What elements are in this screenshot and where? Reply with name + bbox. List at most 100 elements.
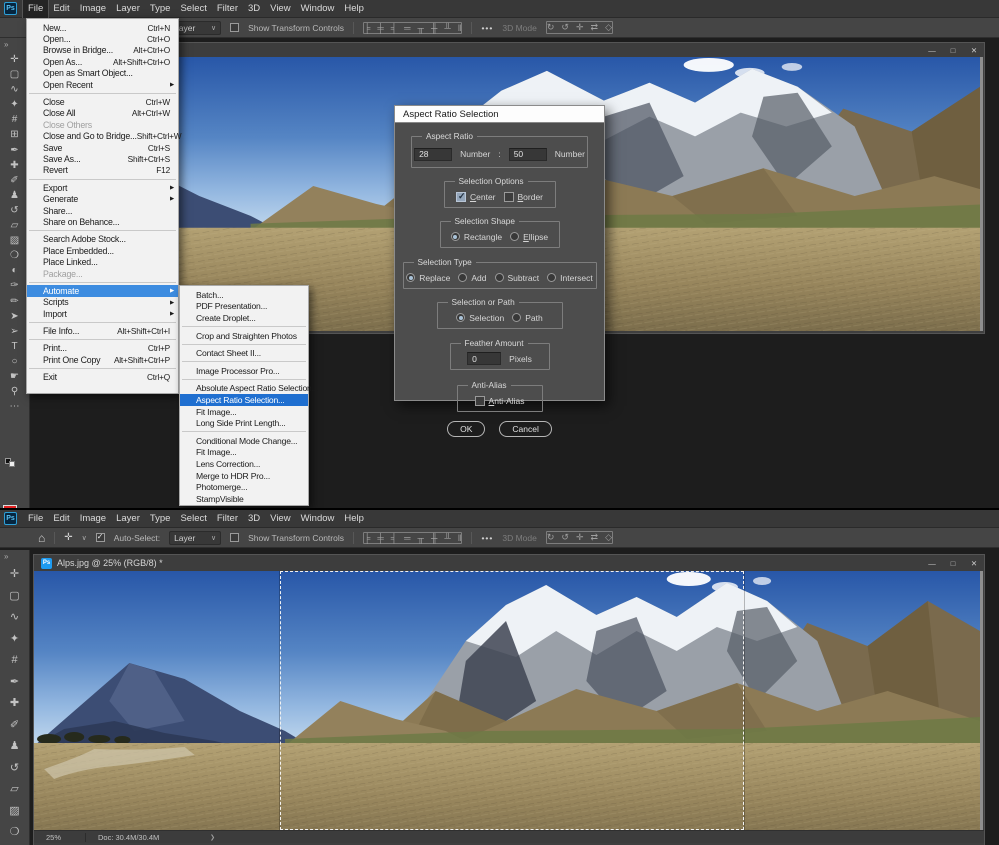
selection-option[interactable]: Selection bbox=[456, 313, 504, 323]
replace-radio[interactable] bbox=[406, 273, 416, 282]
automate-menu-item-fit-image[interactable]: Fit Image... bbox=[180, 447, 308, 459]
menubar-item-view[interactable]: View bbox=[265, 510, 295, 528]
automate-menu-item-create-droplet[interactable]: Create Droplet... bbox=[180, 312, 308, 324]
automate-menu-item-long-side-print-length[interactable]: Long Side Print Length... bbox=[180, 417, 308, 429]
align-bottom-edges-icon[interactable]: ╨ bbox=[444, 23, 450, 33]
menubar-item-3d[interactable]: 3D bbox=[243, 510, 265, 528]
automate-menu-item-fit-image[interactable]: Fit Image... bbox=[180, 406, 308, 418]
align-vertical-centers-icon[interactable]: ╫ bbox=[431, 23, 437, 33]
ellipse-radio[interactable] bbox=[510, 232, 520, 241]
menubar-item-file[interactable]: File bbox=[21, 0, 50, 19]
show-transform-controls-checkbox[interactable] bbox=[230, 23, 240, 32]
add-radio[interactable] bbox=[458, 273, 468, 282]
menubar-item-file[interactable]: File bbox=[23, 510, 48, 528]
type-tool-icon[interactable]: T bbox=[0, 339, 29, 354]
selection-radio[interactable] bbox=[456, 313, 466, 322]
more-options-icon[interactable]: ••• bbox=[481, 23, 493, 33]
crop-tool-icon[interactable]: # bbox=[0, 112, 29, 127]
eraser-tool-icon[interactable]: ▱ bbox=[0, 218, 29, 233]
feather-amount-input[interactable]: 0 bbox=[467, 352, 502, 365]
healing-brush-tool-icon[interactable]: ✚ bbox=[0, 693, 29, 715]
anti-alias-checkbox[interactable] bbox=[474, 395, 485, 406]
move-tool-icon[interactable]: ✛ bbox=[0, 52, 29, 67]
aspect-ratio-value-2-input[interactable]: 50 bbox=[508, 147, 547, 161]
menubar-item-type[interactable]: Type bbox=[145, 0, 176, 18]
minimize-button[interactable]: — bbox=[926, 559, 938, 568]
3d-zoom-icon[interactable]: ◇ bbox=[605, 532, 612, 543]
auto-select-checkbox[interactable] bbox=[95, 532, 105, 542]
quick-selection-tool-icon[interactable]: ✦ bbox=[0, 97, 29, 112]
rectangle-option[interactable]: Rectangle bbox=[450, 232, 502, 242]
close-button[interactable]: ✕ bbox=[968, 46, 980, 55]
rectangle-radio[interactable] bbox=[450, 232, 460, 241]
3d-pan-icon[interactable]: ✛ bbox=[576, 532, 584, 543]
align-left-edges-icon[interactable]: ╞ bbox=[364, 533, 370, 543]
default-colors-icon[interactable] bbox=[4, 458, 17, 468]
distribute-vertical-icon[interactable]: ‖ bbox=[458, 23, 462, 33]
quick-selection-tool-icon[interactable]: ✦ bbox=[0, 629, 29, 651]
automate-menu-item-pdf-presentation[interactable]: PDF Presentation... bbox=[180, 301, 308, 313]
path-option[interactable]: Path bbox=[512, 313, 543, 323]
selection-marching-ants[interactable] bbox=[280, 571, 744, 830]
file-menu-item-open-recent[interactable]: Open Recent bbox=[27, 79, 178, 90]
home-icon[interactable]: ⌂ bbox=[38, 531, 45, 545]
3d-slide-icon[interactable]: ⇄ bbox=[591, 22, 599, 33]
file-menu-item-browse-in-bridge[interactable]: Browse in Bridge... Alt+Ctrl+O bbox=[27, 45, 178, 56]
show-transform-controls-checkbox[interactable] bbox=[230, 533, 240, 542]
status-chevron-icon[interactable]: ❯ bbox=[210, 834, 215, 841]
subtract-radio[interactable] bbox=[494, 273, 504, 282]
file-menu-item-new[interactable]: New... Ctrl+N bbox=[27, 22, 178, 33]
menubar-item-window[interactable]: Window bbox=[296, 510, 340, 528]
menubar-item-select[interactable]: Select bbox=[175, 510, 211, 528]
menubar-item-3d[interactable]: 3D bbox=[243, 0, 265, 18]
automate-menu-item-merge-to-hdr-pro[interactable]: Merge to HDR Pro... bbox=[180, 470, 308, 482]
automate-menu-item-contact-sheet-ii[interactable]: Contact Sheet II... bbox=[180, 347, 308, 359]
aspect-ratio-value-1-input[interactable]: 28 bbox=[414, 147, 453, 161]
center-option[interactable]: Center bbox=[455, 191, 496, 202]
dodge-tool-icon[interactable]: ◐ bbox=[0, 263, 29, 278]
automate-menu-item-conditional-mode-change[interactable]: Conditional Mode Change... bbox=[180, 435, 308, 447]
align-top-edges-icon[interactable]: ╥ bbox=[418, 23, 424, 33]
anti-alias-option[interactable]: Anti-Alias bbox=[474, 395, 524, 406]
cancel-button[interactable]: Cancel bbox=[499, 421, 552, 437]
replace-option[interactable]: Replace bbox=[406, 273, 450, 283]
move-tool-icon[interactable]: ✛ bbox=[64, 532, 72, 543]
menubar-item-filter[interactable]: Filter bbox=[212, 510, 243, 528]
file-menu-item-print[interactable]: Print... Ctrl+P bbox=[27, 343, 178, 354]
history-brush-tool-icon[interactable]: ↺ bbox=[0, 203, 29, 218]
clone-stamp-tool-icon[interactable]: ♟ bbox=[0, 188, 29, 203]
path-selection-tool-icon[interactable]: ➤ bbox=[0, 309, 29, 324]
menubar-item-image[interactable]: Image bbox=[75, 0, 111, 18]
collapse-toolbar-icon[interactable]: » bbox=[0, 38, 8, 52]
distribute-horizontal-icon[interactable]: ═ bbox=[404, 533, 410, 543]
path-radio[interactable] bbox=[512, 313, 522, 322]
blur-tool-icon[interactable]: ❍ bbox=[0, 822, 29, 844]
hand-tool-icon[interactable]: ☛ bbox=[0, 369, 29, 384]
file-menu-item-place-linked[interactable]: Place Linked... bbox=[27, 256, 178, 267]
automate-menu-item-batch[interactable]: Batch... bbox=[180, 289, 308, 301]
move-tool-icon[interactable]: ✛ bbox=[0, 564, 29, 586]
automate-menu-item-photomerge[interactable]: Photomerge... bbox=[180, 481, 308, 493]
file-menu-item-open-as[interactable]: Open As... Alt+Shift+Ctrl+O bbox=[27, 56, 178, 67]
menubar-item-layer[interactable]: Layer bbox=[111, 510, 145, 528]
3d-pan-icon[interactable]: ✛ bbox=[576, 22, 584, 33]
menubar-item-view[interactable]: View bbox=[265, 0, 295, 18]
document-title-bar[interactable]: Ps Alps.jpg @ 25% (RGB/8) * — □ ✕ bbox=[34, 555, 984, 571]
file-menu-item-place-embedded[interactable]: Place Embedded... bbox=[27, 245, 178, 256]
align-top-edges-icon[interactable]: ╥ bbox=[418, 533, 424, 543]
border-option[interactable]: Border bbox=[503, 191, 543, 202]
subtract-option[interactable]: Subtract bbox=[494, 273, 539, 283]
file-menu-item-file-info[interactable]: File Info... Alt+Shift+Ctrl+I bbox=[27, 325, 178, 336]
3d-orbit-icon[interactable]: ↻ bbox=[547, 532, 555, 543]
marquee-tool-icon[interactable]: ▢ bbox=[0, 67, 29, 82]
lasso-tool-icon[interactable]: ∿ bbox=[0, 607, 29, 629]
center-checkbox[interactable] bbox=[455, 191, 466, 202]
canvas[interactable] bbox=[34, 571, 983, 830]
menubar-item-help[interactable]: Help bbox=[339, 0, 369, 18]
eyedropper-tool-icon[interactable]: ✒ bbox=[0, 143, 29, 158]
automate-menu-item-crop-and-straighten-photos[interactable]: Crop and Straighten Photos bbox=[180, 330, 308, 342]
eyedropper-tool-icon[interactable]: ✒ bbox=[0, 672, 29, 694]
ok-button[interactable]: OK bbox=[447, 421, 486, 437]
more-options-icon[interactable]: ••• bbox=[481, 533, 493, 543]
file-menu-item-search-adobe-stock[interactable]: Search Adobe Stock... bbox=[27, 234, 178, 245]
